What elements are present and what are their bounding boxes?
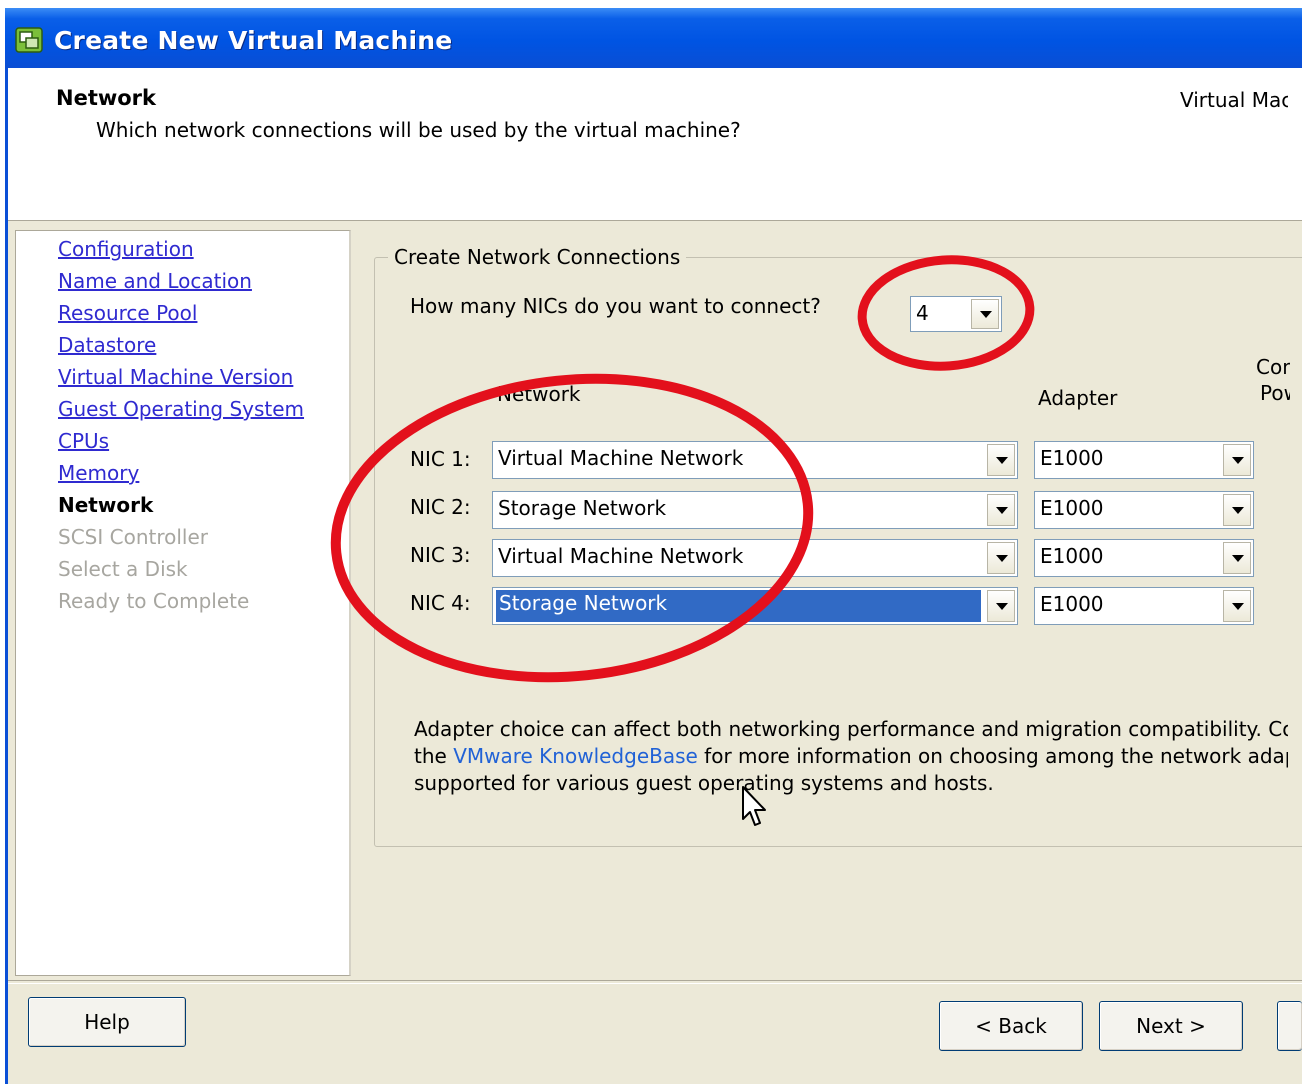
step-question: Which network connections will be used b…: [96, 118, 741, 142]
sidebar-item-vm-version[interactable]: Virtual Machine Version: [58, 365, 293, 389]
wizard-header: [8, 68, 1302, 221]
sidebar-item-select-disk: Select a Disk: [58, 557, 188, 581]
help-button-label: Help: [84, 1010, 130, 1034]
chevron-down-icon[interactable]: [1223, 444, 1251, 476]
group-title: Create Network Connections: [388, 245, 687, 269]
nic4-adapter-value: E1000: [1040, 592, 1104, 616]
sidebar-item-network: Network: [58, 493, 154, 517]
nic3-label: NIC 3:: [410, 543, 471, 567]
sidebar-item-configuration[interactable]: Configuration: [58, 237, 194, 261]
finish-button-partial[interactable]: [1277, 1001, 1302, 1051]
kb-link[interactable]: VMware KnowledgeBase: [453, 744, 698, 768]
sidebar-item-datastore[interactable]: Datastore: [58, 333, 156, 357]
back-button-label: < Back: [975, 1014, 1047, 1038]
chevron-down-icon[interactable]: [971, 299, 999, 329]
column-header-power-on: Power On: [1260, 381, 1290, 405]
nic2-label: NIC 2:: [410, 495, 471, 519]
adapter-info-text: Adapter choice can affect both networkin…: [414, 716, 1288, 816]
nic2-adapter-select[interactable]: E1000: [1034, 491, 1254, 529]
column-header-adapter: Adapter: [1038, 386, 1118, 410]
sidebar-item-memory[interactable]: Memory: [58, 461, 139, 485]
next-button[interactable]: Next >: [1099, 1001, 1243, 1051]
nic-count-select[interactable]: 4: [910, 296, 1002, 332]
nic1-network-select[interactable]: Virtual Machine Network: [492, 441, 1018, 479]
nic2-network-select[interactable]: Storage Network: [492, 491, 1018, 529]
nic3-adapter-select[interactable]: E1000: [1034, 539, 1254, 577]
sidebar-item-cpus[interactable]: CPUs: [58, 429, 109, 453]
next-button-label: Next >: [1136, 1014, 1206, 1038]
column-header-network: Network: [497, 382, 581, 406]
vm-version-label: Virtual Machine Version: 7: [1180, 88, 1288, 112]
help-button[interactable]: Help: [28, 997, 186, 1047]
window-title: Create New Virtual Machine: [54, 26, 453, 55]
info-line-1: Adapter choice can affect both networkin…: [414, 717, 1288, 741]
footer-separator: [8, 980, 1302, 984]
sidebar-item-name-and-location[interactable]: Name and Location: [58, 269, 252, 293]
nic4-adapter-select[interactable]: E1000: [1034, 587, 1254, 625]
nic3-network-value: Virtual Machine Network: [498, 544, 744, 568]
wizard-steps-sidebar: Configuration Name and Location Resource…: [15, 230, 351, 976]
info-line-2-prefix: the: [414, 744, 454, 768]
nic4-network-value: Storage Network: [496, 590, 981, 622]
sidebar-item-guest-os[interactable]: Guest Operating System: [58, 397, 304, 421]
step-title: Network: [56, 86, 157, 110]
chevron-down-icon[interactable]: [987, 494, 1015, 526]
vm-wizard-icon: [15, 27, 43, 53]
nic4-label: NIC 4:: [410, 591, 471, 615]
nic1-adapter-value: E1000: [1040, 446, 1104, 470]
chevron-down-icon[interactable]: [1223, 590, 1251, 622]
sidebar-item-scsi-controller: SCSI Controller: [58, 525, 208, 549]
chevron-down-icon[interactable]: [987, 542, 1015, 574]
info-line-2: the VMware KnowledgeBase for more inform…: [414, 743, 1288, 770]
nic1-label: NIC 1:: [410, 447, 471, 471]
chevron-down-icon[interactable]: [987, 444, 1015, 476]
nic1-network-value: Virtual Machine Network: [498, 446, 744, 470]
nic3-network-select[interactable]: Virtual Machine Network: [492, 539, 1018, 577]
chevron-down-icon[interactable]: [987, 590, 1015, 622]
info-line-2-suffix: for more information on choosing among t…: [697, 744, 1288, 768]
nic3-adapter-value: E1000: [1040, 544, 1104, 568]
nic2-network-value: Storage Network: [498, 496, 667, 520]
nic-count-label: How many NICs do you want to connect?: [410, 294, 821, 318]
info-line-3: supported for various guest operating sy…: [414, 771, 994, 795]
back-button[interactable]: < Back: [939, 1001, 1083, 1051]
sidebar-item-resource-pool[interactable]: Resource Pool: [58, 301, 197, 325]
sidebar-item-ready-to-complete: Ready to Complete: [58, 589, 250, 613]
nic2-adapter-value: E1000: [1040, 496, 1104, 520]
nic1-adapter-select[interactable]: E1000: [1034, 441, 1254, 479]
chevron-down-icon[interactable]: [1223, 494, 1251, 526]
column-header-connect: Connect at: [1256, 355, 1290, 379]
chevron-down-icon[interactable]: [1223, 542, 1251, 574]
nic4-network-select[interactable]: Storage Network: [492, 587, 1018, 625]
nic-count-value: 4: [916, 301, 929, 325]
